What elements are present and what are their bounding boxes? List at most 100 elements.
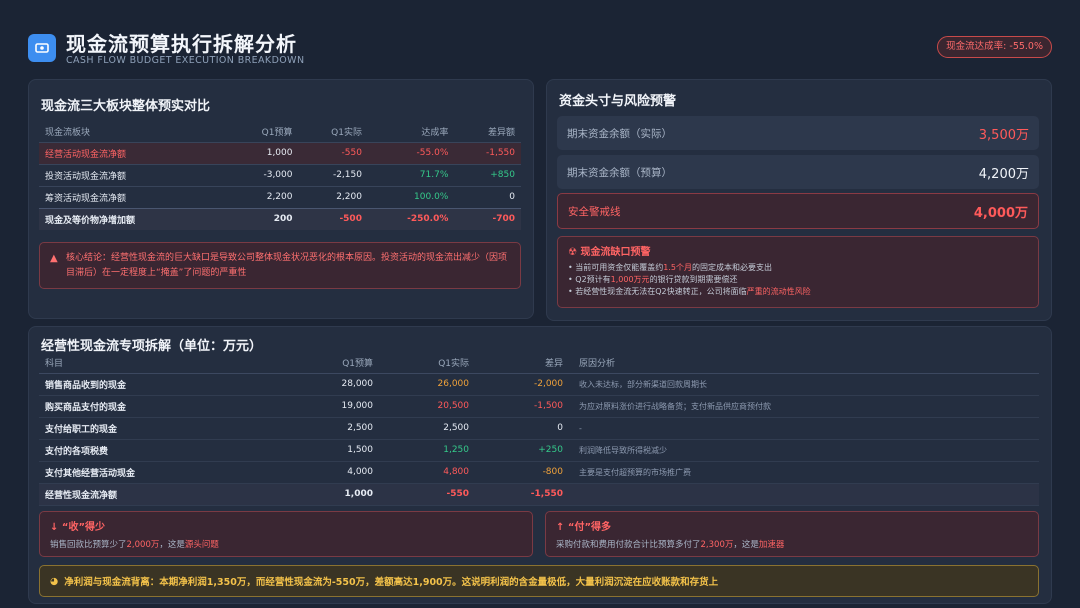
arrow-down-icon: ↓ [50,522,59,533]
card-highlight: 2,000万 [126,540,160,550]
metric-value: 3,500万 [978,127,1029,143]
operating-table: 科目 Q1预算 Q1实际 差异 原因分析 销售商品收到的现金 28,000 26… [39,353,1039,506]
budget-cell: 19,000 [269,395,379,418]
card-text-part: ，这是 [733,540,759,550]
arrow-up-icon: ↑ [556,522,565,533]
actual-cell: -550 [379,483,475,506]
risk-item: • Q2预计有1,000万元的银行贷款到期需要偿还 [568,275,738,284]
metric-label: 期末资金余额（预算） [567,166,672,179]
card-text: 采购付款和费用付款合计比预算多付了2,300万，这是加速器 [556,538,1028,550]
table-row: 购买商品支付的现金 19,000 20,500 -1,500 为应对原料涨价进行… [39,395,1039,418]
diff-cell: +250 [475,439,569,462]
card-highlight: 加速器 [758,540,785,550]
column-header: 差异额 [487,128,515,139]
operating-table-header: 科目 Q1预算 Q1实际 差异 原因分析 [39,353,1039,374]
column-header: 原因分析 [569,353,1039,374]
row-name: 经营活动现金流净额 [39,141,229,164]
column-header: Q1实际 [331,128,362,139]
card-text-part: 采购付款和费用付款合计比预算多付了 [556,540,701,550]
rate-cell: -55.0% [367,141,455,164]
risk-item-text: 的固定成本和必要支出 [692,263,772,272]
actual-cell: 26,000 [379,373,475,396]
card-title: “收”得少 [61,522,106,533]
profit-divergence-text: 净利润与现金流背离：本期净利润1,350万，而经营性现金流为-550万，差额高达… [64,577,719,588]
row-name: 筹资活动现金流净额 [39,185,229,208]
core-conclusion-text: 核心结论：经营性现金流的巨大缺口是导致公司整体现金状况恶化的根本原因。投资活动的… [66,253,508,278]
metric-label: 期末资金余额（实际） [567,127,672,140]
column-header: Q1预算 [269,353,379,374]
reason-cell [569,483,1039,506]
metric-label: 安全警戒线 [568,205,621,218]
actual-cell: 2,200 [298,185,368,208]
budget-cell: 2,200 [229,185,299,208]
risk-item-text: 的银行贷款到期需要偿还 [649,275,738,284]
row-name: 经营性现金流净额 [39,483,269,506]
warning-icon: ▲ [50,253,58,264]
card-title-row: ↓ “收”得少 [50,518,522,533]
diff-cell: 0 [475,417,569,440]
actual-cell: -2,150 [298,163,368,186]
budget-cell: 200 [229,207,299,230]
budget-cell: 28,000 [269,373,379,396]
core-conclusion-alert: ▲ 核心结论：经营性现金流的巨大缺口是导致公司整体现金状况恶化的根本原因。投资活… [39,242,521,289]
diff-cell: -700 [454,207,521,230]
column-header: Q1实际 [379,353,475,374]
overview-table-header: 现金流板块 Q1预算 Q1实际 达成率 差异额 [39,122,521,142]
position-panel-title: 资金头寸与风险预警 [559,94,677,109]
diff-cell: -2,000 [475,373,569,396]
rate-cell: -250.0% [367,207,455,230]
receive-less-card: ↓ “收”得少 销售回款比预算少了2,000万，这是源头问题 [39,511,533,557]
risk-title-row: ☢ 现金流缺口预警 [568,243,1028,258]
risk-item-text: 当前可用资金仅能覆盖约 [575,263,664,272]
budget-cell: 2,500 [269,417,379,440]
pie-chart-icon: ◕ [50,575,59,587]
page-header: 现金流预算执行拆解分析 CASH FLOW BUDGET EXECUTION B… [28,24,1052,68]
operating-panel-title: 经营性现金流专项拆解（单位：万元） [41,339,263,354]
metric-value: 4,200万 [978,166,1029,182]
risk-title: 现金流缺口预警 [580,247,651,258]
risk-item-text: 若经营性现金流无法在Q2快速转正，公司将面临 [575,287,747,296]
actual-cell: -500 [298,207,368,230]
reason-cell: 收入未达标，部分新渠道回款周期长 [569,373,1039,396]
budget-cell: 1,000 [269,483,379,506]
metric-value: 4,000万 [973,205,1028,221]
row-name: 支付其他经营活动现金 [39,461,269,484]
table-row-total: 现金及等价物净增加额 200 -500 -250.0% -700 [39,207,521,230]
reason-cell: 为应对原料涨价进行战略备货；支付新品供应商预付款 [569,395,1039,418]
table-row: 支付其他经营活动现金 4,000 4,800 -800 主要是支付超预算的市场推… [39,461,1039,484]
card-title: “付”得多 [567,522,612,533]
table-row: 经营活动现金流净额 1,000 -550 -55.0% -1,550 [39,141,521,164]
radiation-icon: ☢ [568,247,577,258]
reason-cell: 利润降低导致所得税减少 [569,439,1039,462]
diff-cell: -1,500 [475,395,569,418]
risk-item-highlight: 严重的流动性风险 [746,287,811,296]
diff-cell: -800 [475,461,569,484]
column-header: 科目 [39,353,269,374]
page-title: 现金流预算执行拆解分析 [66,32,297,56]
table-row: 支付给职工的现金 2,500 2,500 0 - [39,417,1039,440]
overview-table: 现金流板块 Q1预算 Q1实际 达成率 差异额 经营活动现金流净额 1,000 … [39,122,521,230]
budget-cell: 1,000 [229,141,299,164]
risk-item-highlight: 1.5个月 [663,263,692,272]
cash-gap-warning: ☢ 现金流缺口预警 • 当前可用资金仅能覆盖约1.5个月的固定成本和必要支出 •… [557,236,1039,308]
actual-cell: 20,500 [379,395,475,418]
table-row: 筹资活动现金流净额 2,200 2,200 100.0% 0 [39,185,521,208]
table-row: 投资活动现金流净额 -3,000 -2,150 71.7% +850 [39,163,521,186]
row-name: 现金及等价物净增加额 [39,207,229,230]
profit-divergence-note: ◕ 净利润与现金流背离：本期净利润1,350万，而经营性现金流为-550万，差额… [39,565,1039,597]
card-title-row: ↑ “付”得多 [556,518,1028,533]
card-highlight: 2,300万 [700,540,734,550]
operating-cashflow-panel: 经营性现金流专项拆解（单位：万元） 科目 Q1预算 Q1实际 差异 原因分析 销… [28,326,1052,604]
row-name: 支付给职工的现金 [39,417,269,440]
overview-panel-title: 现金流三大板块整体预实对比 [41,99,211,114]
card-highlight: 源头问题 [184,540,219,550]
metric-safety-line: 安全警戒线 4,000万 [557,193,1039,229]
actual-cell: 1,250 [379,439,475,462]
overview-panel: 现金流三大板块整体预实对比 现金流板块 Q1预算 Q1实际 达成率 差异额 经营… [28,79,534,319]
row-name: 销售商品收到的现金 [39,373,269,396]
rate-cell: 100.0% [367,185,455,208]
reason-cell: - [569,417,1039,440]
rate-cell: 71.7% [367,163,455,186]
card-text-part: 销售回款比预算少了 [50,540,127,550]
card-text: 销售回款比预算少了2,000万，这是源头问题 [50,538,522,550]
